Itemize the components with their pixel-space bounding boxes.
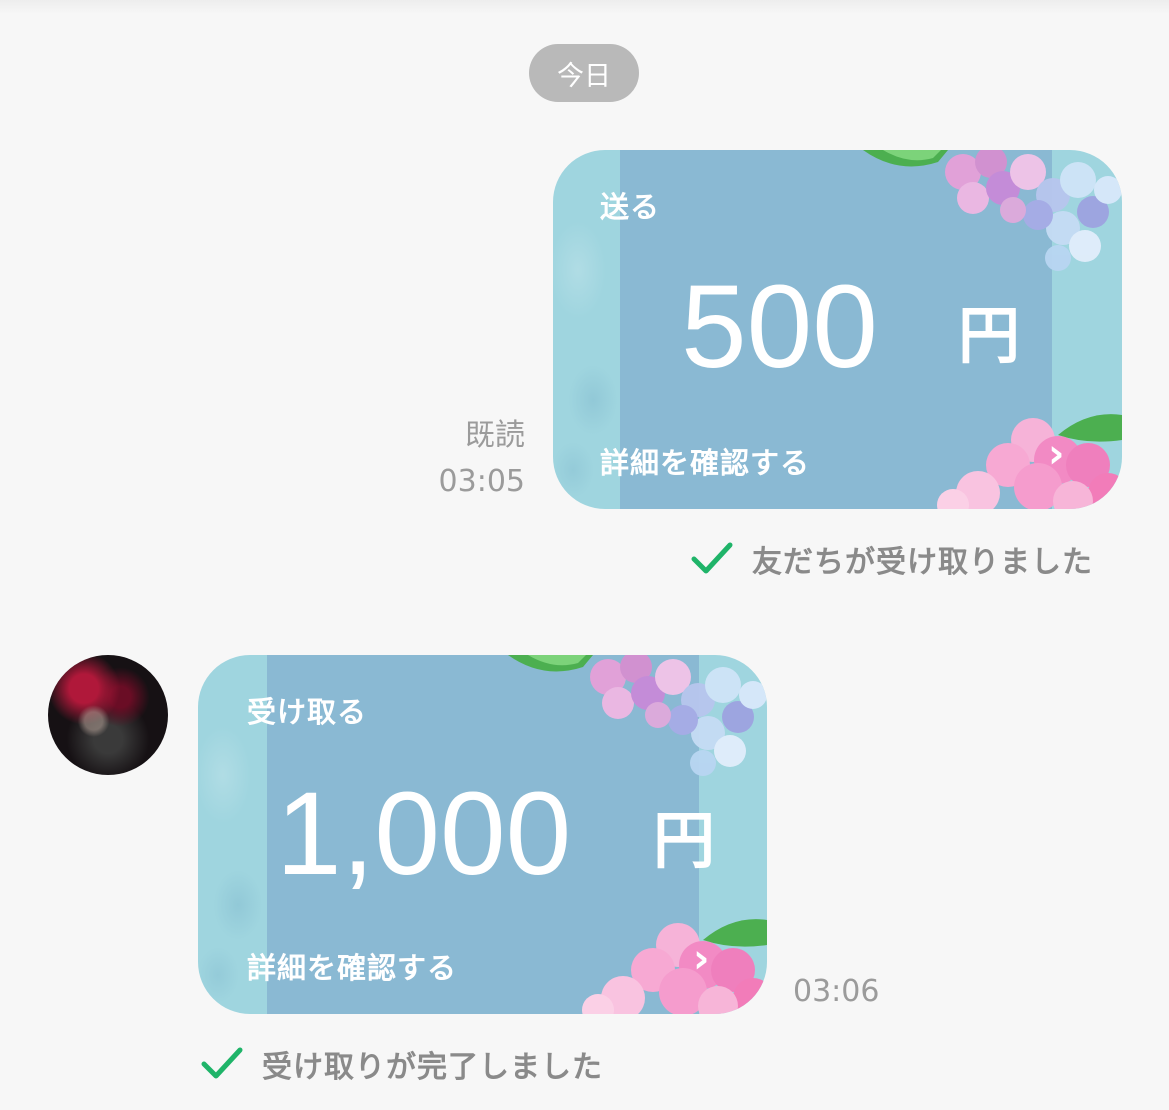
top-edge-shadow — [0, 0, 1169, 14]
card-currency: 円 — [653, 804, 716, 877]
hydrangea-top-decoration — [863, 150, 1122, 271]
hydrangea-bottom-decoration — [937, 414, 1122, 509]
read-label: 既読 — [465, 418, 525, 453]
message-time: 03:05 — [439, 464, 525, 499]
read-receipt: 既読 — [465, 410, 525, 454]
card-details-link[interactable]: 詳細を確認する — [600, 440, 810, 482]
card-details-link[interactable]: 詳細を確認する — [247, 945, 457, 987]
card-kind-label: 受け取る — [247, 695, 368, 729]
chevron-right-icon[interactable]: › — [693, 939, 709, 979]
date-divider: 今日 — [529, 44, 639, 102]
time-label: 03:06 — [793, 974, 880, 1009]
sent-status: 友だちが受け取りました — [690, 537, 1093, 581]
card-amount: 1,000 — [276, 768, 572, 900]
check-icon — [691, 542, 733, 574]
date-divider-label: 今日 — [557, 60, 611, 92]
hydrangea-top-decoration — [508, 655, 767, 776]
chevron-right-icon[interactable]: › — [1048, 434, 1064, 474]
card-kind-label: 送る — [600, 190, 661, 224]
hydrangea-bottom-decoration — [582, 919, 767, 1014]
card-currency: 円 — [958, 299, 1021, 372]
received-money-card[interactable]: 受け取る 1,000 円 詳細を確認する › — [198, 655, 767, 1014]
card-amount: 500 — [681, 261, 878, 393]
time-label: 03:05 — [438, 464, 525, 499]
status-text: 友だちが受け取りました — [752, 545, 1093, 580]
sent-money-card[interactable]: 送る 500 円 詳細を確認する › — [553, 150, 1122, 509]
message-time: 03:06 — [793, 974, 879, 1009]
status-text: 受け取りが完了しました — [262, 1050, 603, 1085]
received-status: 受け取りが完了しました — [200, 1042, 603, 1086]
avatar[interactable] — [48, 655, 168, 775]
check-icon — [201, 1047, 243, 1079]
